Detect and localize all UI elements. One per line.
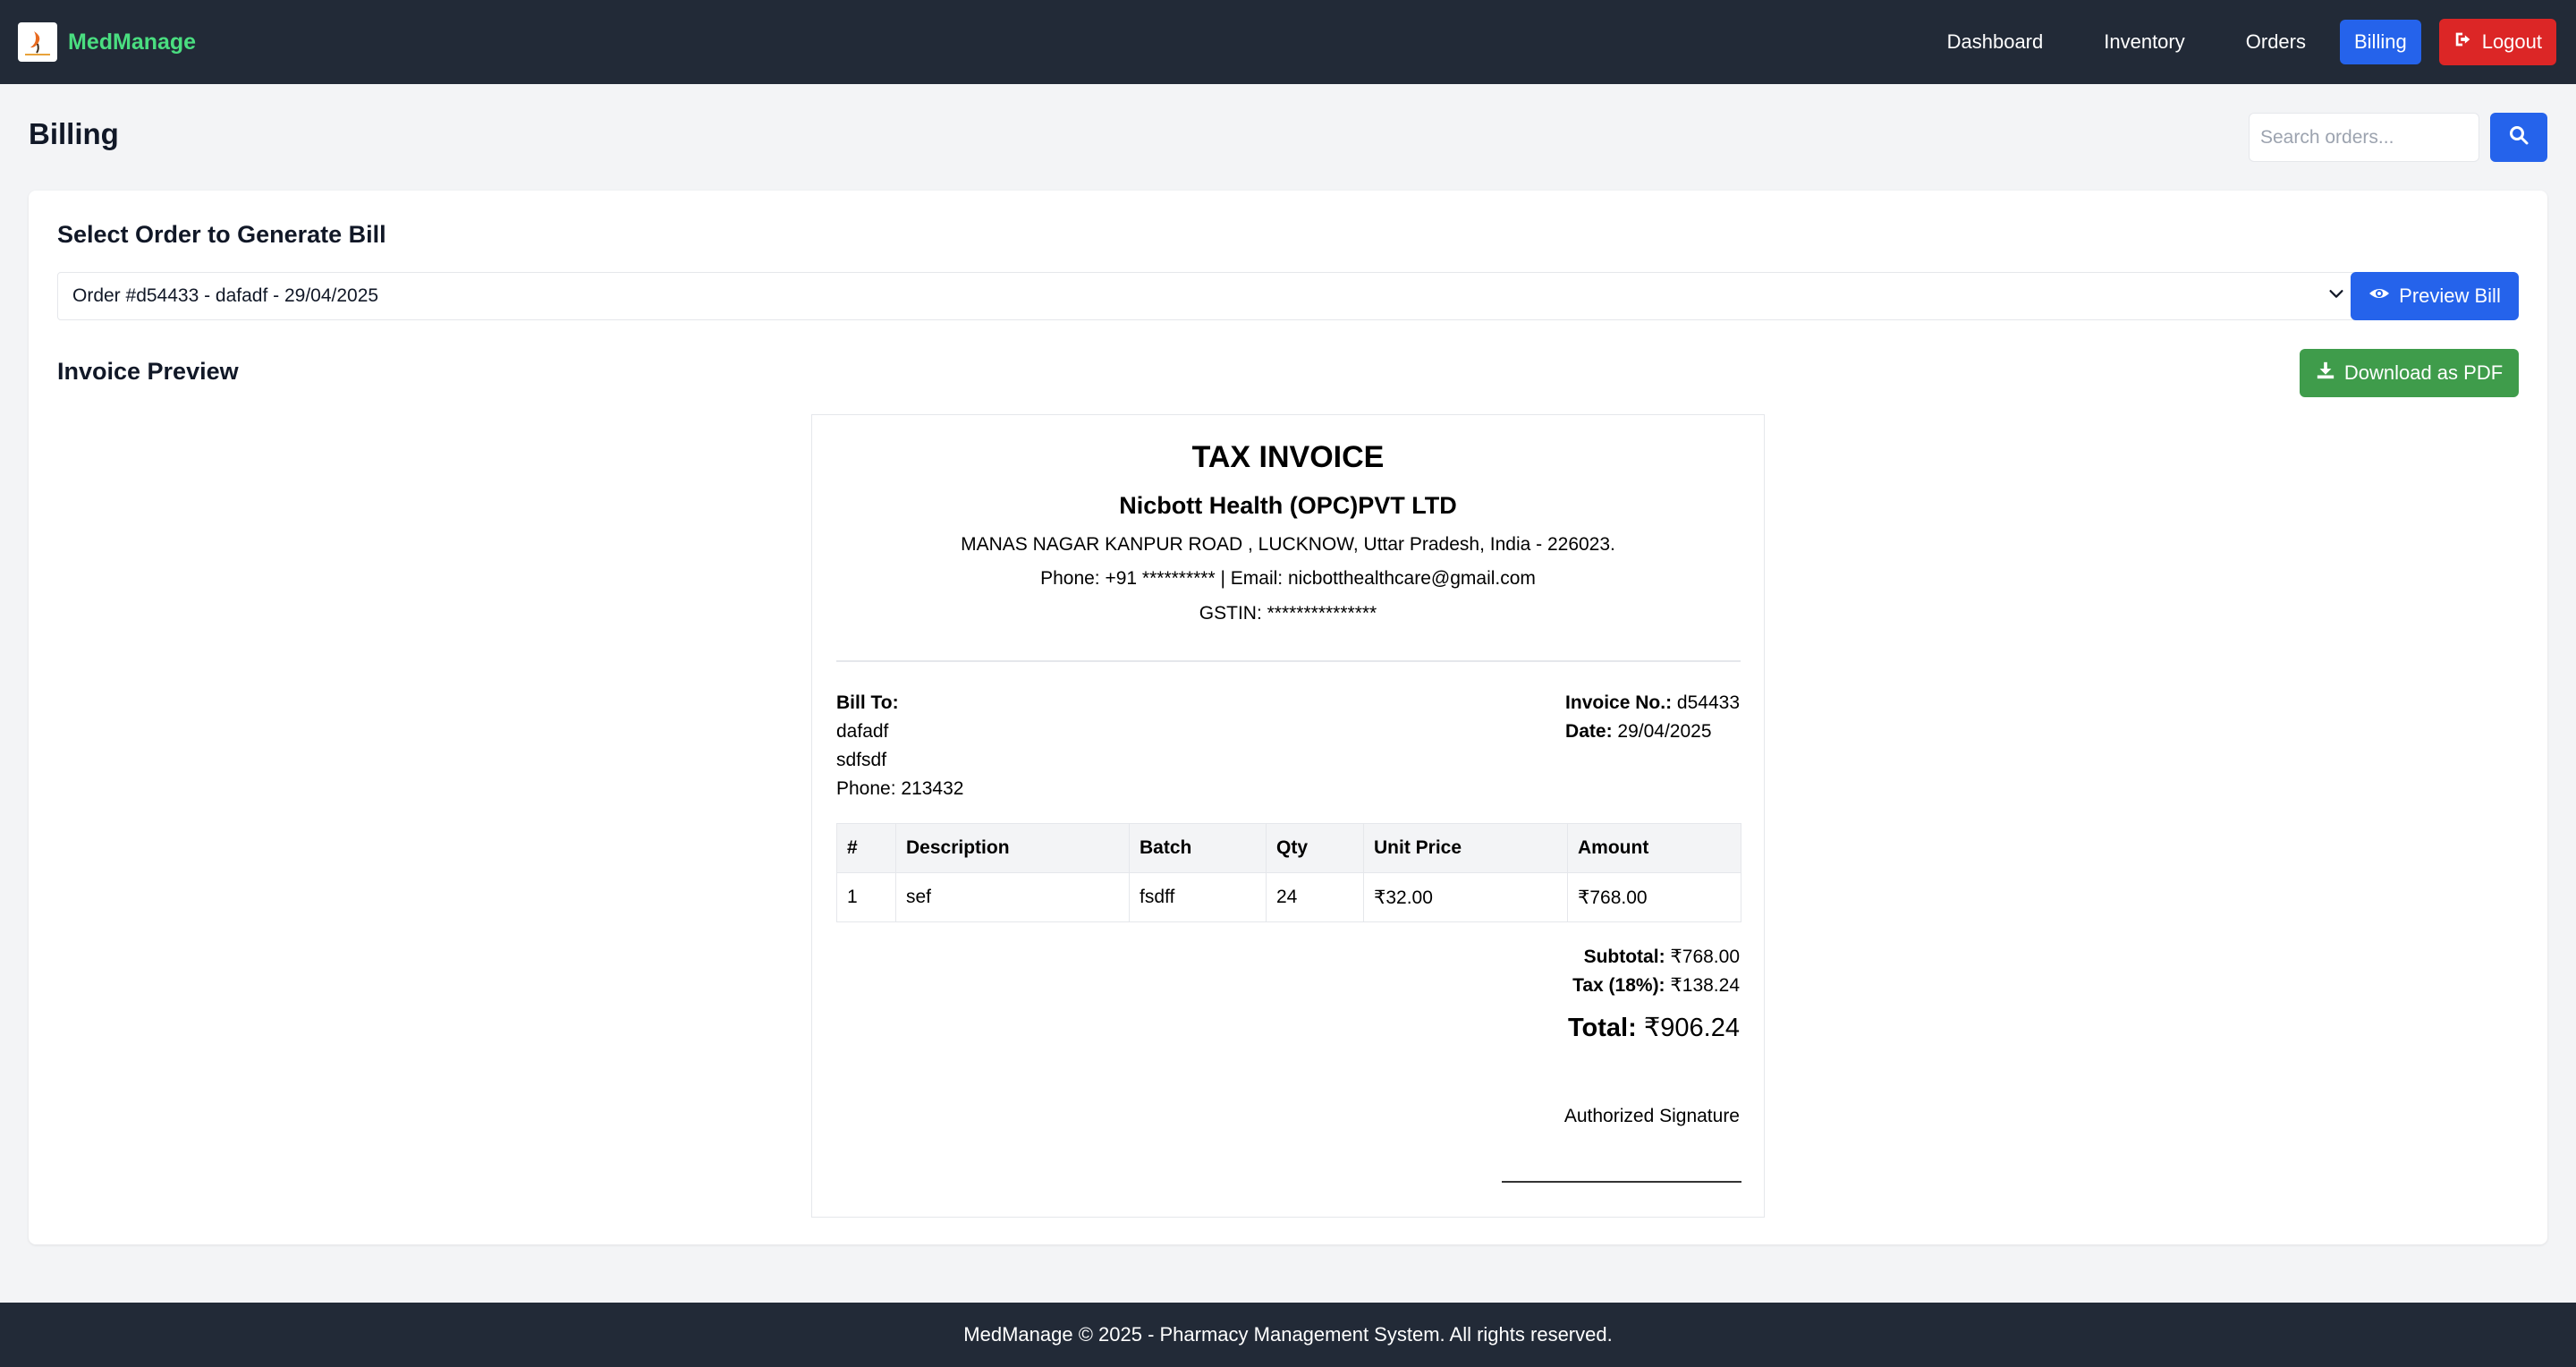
nav-dashboard[interactable]: Dashboard [1929,20,2062,64]
subtotal-label: Subtotal: [1583,947,1665,967]
logout-label: Logout [2481,30,2542,53]
preview-bill-button[interactable]: Preview Bill [2351,272,2519,320]
search-button[interactable] [2490,113,2547,162]
invoice-divider [836,660,1741,662]
sign-out-icon [2453,30,2473,55]
select-order-title: Select Order to Generate Bill [57,221,386,248]
search-bar [2249,113,2547,162]
nav-billing[interactable]: Billing [2340,20,2421,64]
table-row: 1 sef fsdff 24 ₹32.00 ₹768.00 [836,872,1741,922]
subtotal-row: Subtotal: ₹768.00 [1584,946,1740,968]
customer-name: dafadf [836,721,889,742]
table-cell: 1 [836,872,896,922]
company-name: Nicbott Health (OPC)PVT LTD [1119,492,1457,519]
invoice-date-label: Date: [1565,721,1613,742]
pharmacy-logo-icon [18,22,57,62]
invoice-number-label: Invoice No.: [1565,692,1673,713]
brand-name: MedManage [68,29,197,55]
company-contact: Phone: +91 ********** | Email: nicbotthe… [1040,568,1536,589]
invoice-number-row: Invoice No.: d54433 [1565,689,1740,717]
column-header: Amount [1567,823,1741,873]
invoice-meta: Invoice No.: d54433 Date: 29/04/2025 [1565,689,1740,746]
main-nav: Dashboard Inventory Orders Billing Logou… [1929,19,2556,65]
authorized-signature: Authorized Signature [1563,1106,1740,1126]
chevron-down-icon [2326,284,2346,309]
column-header: Batch [1129,823,1267,873]
search-input[interactable] [2249,113,2479,162]
download-icon [2316,361,2335,386]
invoice-preview-title: Invoice Preview [57,358,239,385]
column-header: Unit Price [1363,823,1568,873]
tax-value: ₹138.24 [1670,975,1740,996]
eye-icon [2368,283,2390,310]
table-cell: ₹768.00 [1567,872,1741,922]
total-value: ₹906.24 [1643,1014,1740,1042]
column-header: Qty [1266,823,1364,873]
top-navbar: MedManage Dashboard Inventory Orders Bil… [0,0,2576,84]
order-select-value: Order #d54433 - dafadf - 29/04/2025 [72,285,379,306]
order-select[interactable]: Order #d54433 - dafadf - 29/04/2025 [57,272,2361,320]
table-cell: 24 [1266,872,1364,922]
table-cell: ₹32.00 [1363,872,1568,922]
nav-orders[interactable]: Orders [2228,20,2324,64]
invoice-title: TAX INVOICE [1191,440,1385,474]
customer-address: sdfsdf [836,750,887,770]
signature-line [1502,1181,1741,1183]
invoice-document: TAX INVOICE Nicbott Health (OPC)PVT LTD … [811,414,1765,1218]
page-title: Billing [29,117,119,150]
footer-text: MedManage © 2025 - Pharmacy Management S… [963,1323,1613,1346]
billing-card: Select Order to Generate Bill Order #d54… [29,191,2547,1244]
bill-to: Bill To: dafadf sdfsdf Phone: 213432 [836,689,963,803]
column-header: # [836,823,896,873]
download-pdf-label: Download as PDF [2343,361,2504,384]
invoice-items-table: # Description Batch Qty Unit Price Amoun… [836,823,1741,922]
subtotal-value: ₹768.00 [1670,947,1740,967]
bill-to-label: Bill To: [836,692,899,713]
column-header: Description [895,823,1130,873]
total-label: Total: [1568,1014,1637,1042]
tax-label: Tax (18%): [1572,975,1665,996]
search-icon [2508,124,2529,150]
table-cell: sef [895,872,1130,922]
preview-bill-label: Preview Bill [2399,284,2501,307]
brand[interactable]: MedManage [18,22,196,62]
invoice-date: 29/04/2025 [1617,721,1712,742]
invoice-number: d54433 [1676,692,1740,713]
total-row: Total: ₹906.24 [1568,1012,1740,1043]
tax-row: Tax (18%): ₹138.24 [1572,974,1740,997]
footer: MedManage © 2025 - Pharmacy Management S… [0,1303,2576,1367]
customer-phone: Phone: 213432 [836,778,964,799]
logout-button[interactable]: Logout [2438,19,2556,65]
company-gstin: GSTIN: *************** [1199,603,1377,624]
table-header-row: # Description Batch Qty Unit Price Amoun… [836,823,1741,873]
company-address: MANAS NAGAR KANPUR ROAD , LUCKNOW, Uttar… [961,534,1615,555]
nav-inventory[interactable]: Inventory [2086,20,2203,64]
invoice-date-row: Date: 29/04/2025 [1565,717,1740,746]
download-pdf-button[interactable]: Download as PDF [2300,349,2519,397]
table-cell: fsdff [1129,872,1267,922]
